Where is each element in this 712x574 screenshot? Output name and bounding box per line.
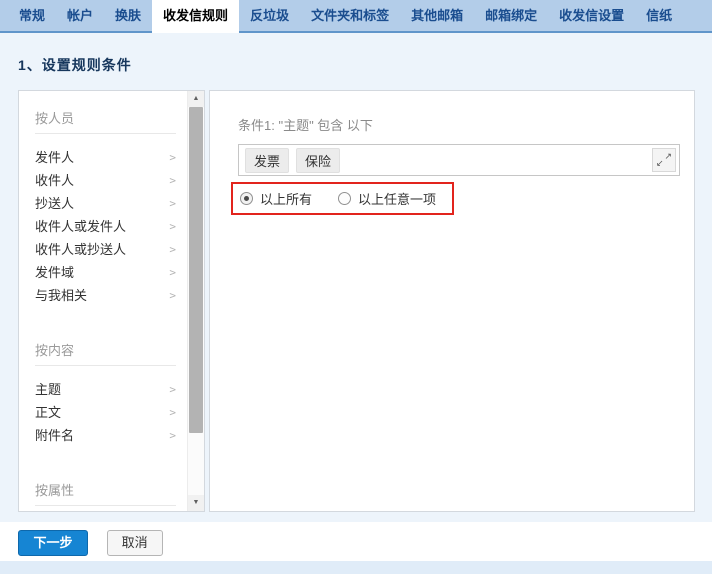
condition-label: 条件1: "主题" 包含 以下 [238, 115, 680, 134]
match-options-highlight: 以上所有 以上任意一项 [231, 182, 454, 215]
sidebar-item-label: 收件人 [35, 173, 74, 188]
tab-stationery[interactable]: 信纸 [635, 0, 683, 31]
sidebar-item-label: 抄送人 [35, 196, 74, 211]
chevron-right-icon: > [169, 428, 176, 443]
tab-other-mailbox[interactable]: 其他邮箱 [400, 0, 474, 31]
radio-option-match-any[interactable]: 以上任意一项 [338, 189, 436, 208]
sidebar-item-label: 发件域 [35, 265, 74, 280]
sidebar-item-sender-domain[interactable]: 发件域 > [19, 261, 204, 284]
sidebar-item-recipient-or-sender[interactable]: 收件人或发件人 > [19, 215, 204, 238]
next-step-button[interactable]: 下一步 [18, 530, 88, 556]
chevron-right-icon: > [169, 288, 176, 303]
radio-option-label: 以上任意一项 [358, 189, 436, 208]
arrow-up-right-icon: ↗ [664, 152, 672, 161]
section-header-by-attribute: 按属性 [35, 475, 176, 506]
chevron-right-icon: > [169, 405, 176, 420]
section-header-by-content: 按内容 [35, 335, 176, 366]
tab-anti-spam[interactable]: 反垃圾 [239, 0, 300, 31]
sidebar-scrollbar[interactable]: ▲ ▼ [187, 91, 204, 511]
sidebar-item-subject[interactable]: 主题 > [19, 378, 204, 401]
tab-skin[interactable]: 换肤 [104, 0, 152, 31]
radio-option-match-all[interactable]: 以上所有 [240, 189, 312, 208]
radio-selected-icon[interactable] [240, 192, 253, 205]
expand-input-button[interactable]: ↗ ↙ [652, 148, 676, 172]
section-by-content: 按内容主题 > 正文 > 附件名 > [19, 335, 204, 447]
rule-setup-area: 1、设置规则条件 按人员发件人 > 收件人 > 抄送人 > 收件人或发件人 > 收件人或抄送人 >… [0, 33, 712, 522]
arrow-down-left-icon: ↙ [656, 159, 664, 168]
sidebar-item-label: 与我相关 [35, 288, 87, 303]
rule-type-list: 按人员发件人 > 收件人 > 抄送人 > 收件人或发件人 > 收件人或抄送人 > 发件域 > 与我相关 >… [19, 91, 204, 512]
tab-mailbox-binding[interactable]: 邮箱绑定 [474, 0, 548, 31]
tab-general[interactable]: 常规 [8, 0, 56, 31]
sidebar-item-label: 附件名 [35, 428, 74, 443]
chevron-right-icon: > [169, 242, 176, 257]
tabbar-underline [0, 31, 712, 33]
section-by-person: 按人员发件人 > 收件人 > 抄送人 > 收件人或发件人 > 收件人或抄送人 > 发件域 > 与我相关 > [19, 103, 204, 307]
sidebar-item-label: 主题 [35, 382, 61, 397]
sidebar-item-cc[interactable]: 抄送人 > [19, 192, 204, 215]
settings-tabs: 常规帐户换肤收发信规则反垃圾文件夹和标签其他邮箱邮箱绑定收发信设置信纸 [0, 0, 712, 31]
wizard-footer: 下一步 取消 [0, 522, 712, 561]
sidebar-item-label: 收件人或发件人 [35, 219, 126, 234]
sidebar-item-sender[interactable]: 发件人 > [19, 146, 204, 169]
tab-send-receive[interactable]: 收发信设置 [548, 0, 635, 31]
chevron-right-icon: > [169, 150, 176, 165]
sidebar-item-recipient[interactable]: 收件人 > [19, 169, 204, 192]
condition-panel: 条件1: "主题" 包含 以下 发票保险 ↗ ↙ 以上所有 以上任意一项 [209, 90, 695, 512]
sidebar-item-label: 发件人 [35, 150, 74, 165]
keyword-tag-1[interactable]: 保险 [296, 148, 340, 173]
chevron-right-icon: > [169, 265, 176, 280]
radio-option-label: 以上所有 [260, 189, 312, 208]
chevron-right-icon: > [169, 219, 176, 234]
tab-folders-labels[interactable]: 文件夹和标签 [300, 0, 400, 31]
keyword-tags: 发票保险 [245, 148, 347, 173]
section-header-by-person: 按人员 [35, 103, 176, 134]
scroll-down-icon[interactable]: ▼ [188, 495, 204, 511]
scroll-up-icon[interactable]: ▲ [188, 91, 204, 107]
match-options: 以上所有 以上任意一项 [240, 189, 436, 208]
sidebar-item-attachment-name[interactable]: 附件名 > [19, 424, 204, 447]
section-by-attribute: 按属性优先级> [19, 475, 204, 512]
cancel-button[interactable]: 取消 [107, 530, 163, 556]
rule-type-sidebar: 按人员发件人 > 收件人 > 抄送人 > 收件人或发件人 > 收件人或抄送人 > 发件域 > 与我相关 >… [18, 90, 205, 512]
sidebar-item-label: 正文 [35, 405, 61, 420]
radio-unselected-icon[interactable] [338, 192, 351, 205]
keyword-tag-0[interactable]: 发票 [245, 148, 289, 173]
step-heading: 1、设置规则条件 [0, 33, 712, 75]
sidebar-item-related-to-me[interactable]: 与我相关 > [19, 284, 204, 307]
settings-tabbar: 常规帐户换肤收发信规则反垃圾文件夹和标签其他邮箱邮箱绑定收发信设置信纸 [0, 0, 712, 31]
sidebar-item-label: 收件人或抄送人 [35, 242, 126, 257]
rule-panels: 按人员发件人 > 收件人 > 抄送人 > 收件人或发件人 > 收件人或抄送人 > 发件域 > 与我相关 >… [18, 90, 695, 512]
tab-mail-rules[interactable]: 收发信规则 [152, 0, 239, 33]
scrollbar-thumb[interactable] [189, 107, 203, 433]
chevron-right-icon: > [169, 173, 176, 188]
sidebar-item-body[interactable]: 正文 > [19, 401, 204, 424]
bottom-strip [0, 561, 712, 574]
tab-account[interactable]: 帐户 [56, 0, 104, 31]
sidebar-item-recipient-or-cc[interactable]: 收件人或抄送人 > [19, 238, 204, 261]
chevron-right-icon: > [169, 382, 176, 397]
keyword-input[interactable]: 发票保险 ↗ ↙ [238, 144, 680, 176]
chevron-right-icon: > [169, 196, 176, 211]
